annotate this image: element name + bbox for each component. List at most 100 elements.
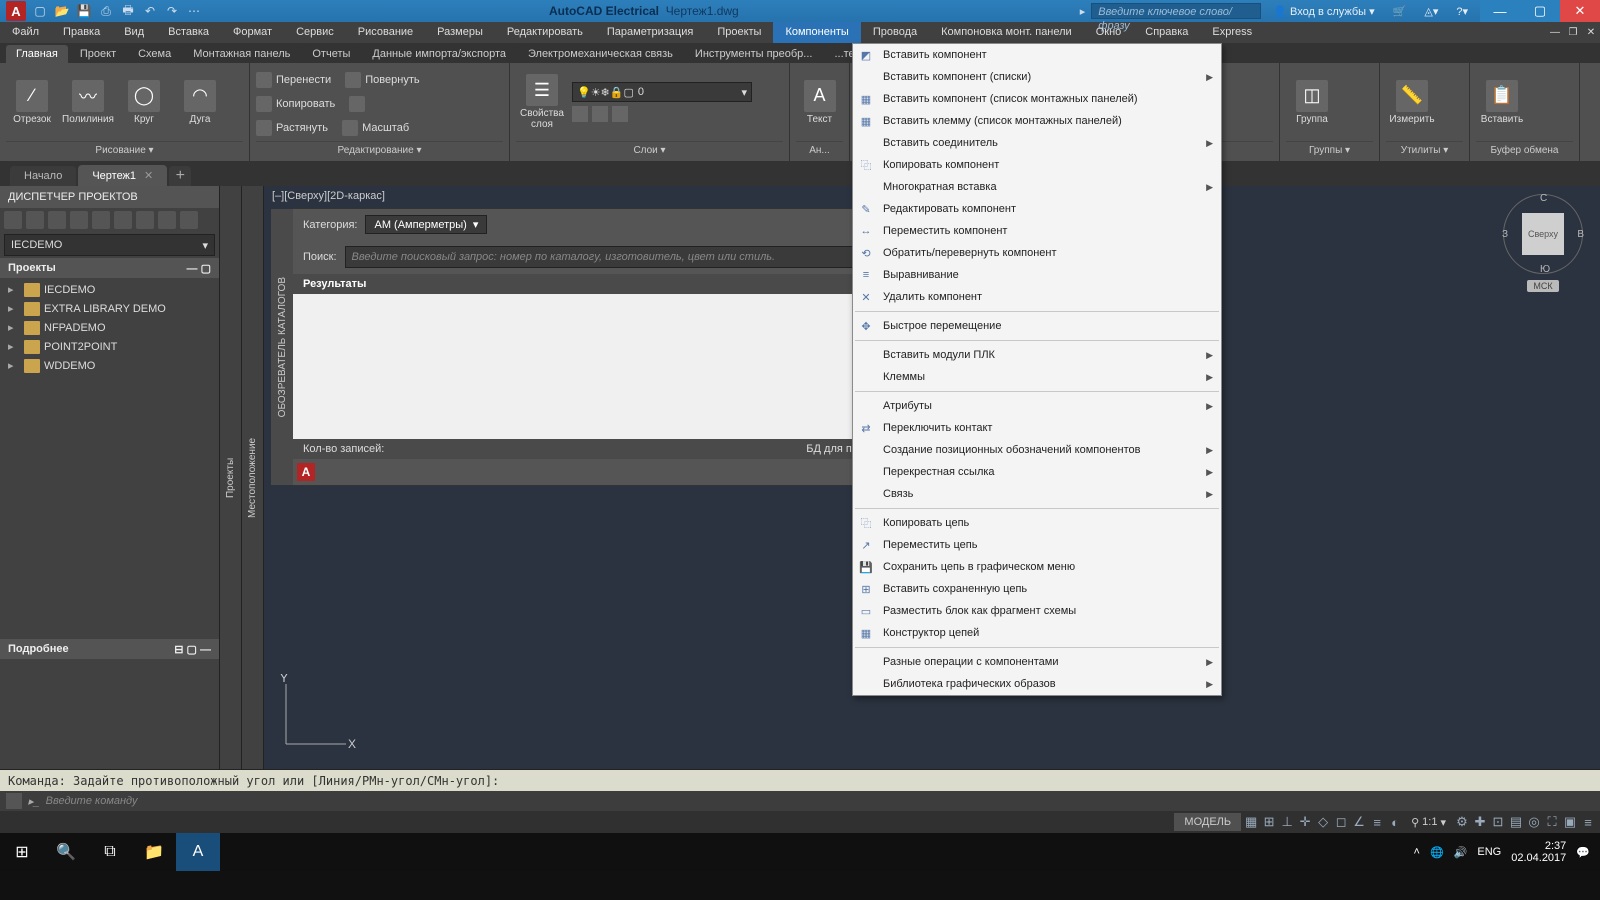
ribbon-tab[interactable]: Проект: [70, 45, 126, 63]
menu-формат[interactable]: Формат: [221, 22, 284, 43]
menu-item[interactable]: Многократная вставка▶: [853, 176, 1221, 198]
catalog-browser-tab[interactable]: ОБОЗРЕВАТЕЛЬ КАТАЛОГОВ: [271, 209, 293, 485]
isolate-icon[interactable]: ◎: [1526, 814, 1542, 830]
menu-item[interactable]: Вставить модули ПЛК▶: [853, 344, 1221, 366]
wcs-badge[interactable]: МСК: [1527, 280, 1558, 292]
menu-express[interactable]: Express: [1200, 22, 1264, 43]
layer-properties-button[interactable]: ☰Свойства слоя: [516, 74, 568, 130]
osnap-icon[interactable]: ◻: [1333, 814, 1349, 830]
isoplane-icon[interactable]: ◇: [1315, 814, 1331, 830]
pm-tool-icon[interactable]: [26, 211, 44, 229]
text-button[interactable]: AТекст: [796, 80, 843, 125]
project-node[interactable]: ▸EXTRA LIBRARY DEMO: [4, 299, 215, 318]
annomonitor-icon[interactable]: ✚: [1472, 814, 1488, 830]
ribbon-tab[interactable]: Главная: [6, 45, 68, 63]
pm-project-dropdown[interactable]: IECDEMO▾: [4, 234, 215, 256]
panel-title-groups[interactable]: Группы ▾: [1286, 141, 1373, 159]
hardware-icon[interactable]: ⛶: [1544, 814, 1560, 830]
palette-location[interactable]: Местоположение: [242, 186, 264, 769]
menu-файл[interactable]: Файл: [0, 22, 51, 43]
menu-сервис[interactable]: Сервис: [284, 22, 346, 43]
keyword-search-input[interactable]: Введите ключевое слово/фразу: [1091, 3, 1261, 19]
help-icon[interactable]: ?▾: [1450, 5, 1474, 18]
menu-item[interactable]: ✕Удалить компонент: [853, 286, 1221, 308]
menu-item[interactable]: ⊞Вставить сохраненную цепь: [853, 578, 1221, 600]
panel-title-clipboard[interactable]: Буфер обмена: [1476, 141, 1573, 159]
polar-icon[interactable]: ✛: [1297, 814, 1313, 830]
group-button[interactable]: ◫Группа: [1286, 80, 1338, 125]
otrack-icon[interactable]: ∠: [1351, 814, 1367, 830]
pm-tool-icon[interactable]: [92, 211, 110, 229]
menu-item[interactable]: ▦Вставить клемму (список монтажных панел…: [853, 110, 1221, 132]
menu-item[interactable]: ✥Быстрое перемещение: [853, 315, 1221, 337]
lineweight-icon[interactable]: ≡: [1369, 814, 1385, 830]
pm-tool-icon[interactable]: [70, 211, 88, 229]
quickprops-icon[interactable]: ▤: [1508, 814, 1524, 830]
pm-tool-icon[interactable]: [180, 211, 198, 229]
menu-правка[interactable]: Правка: [51, 22, 112, 43]
panel-title-layers[interactable]: Слои ▾: [516, 141, 783, 159]
qat-open-icon[interactable]: 📂: [54, 3, 70, 19]
new-tab-button[interactable]: +: [169, 166, 191, 186]
draw-Полилиния[interactable]: 〰Полилиния: [62, 80, 114, 125]
ribbon-tab[interactable]: Монтажная панель: [183, 45, 300, 63]
layer-tool-icon[interactable]: [592, 106, 608, 122]
ortho-icon[interactable]: ⊥: [1279, 814, 1295, 830]
volume-icon[interactable]: 🔊: [1454, 846, 1468, 859]
menu-компоновка монт. панели[interactable]: Компоновка монт. панели: [929, 22, 1084, 43]
ribbon-tab[interactable]: Схема: [128, 45, 181, 63]
annoscale-button[interactable]: ⚲ 1:1 ▾: [1405, 813, 1452, 831]
menu-рисование[interactable]: Рисование: [346, 22, 425, 43]
pm-tool-icon[interactable]: [158, 211, 176, 229]
panel-title-annotate[interactable]: Ан...: [796, 141, 843, 159]
menu-item[interactable]: Вставить компонент (списки)▶: [853, 66, 1221, 88]
menu-item[interactable]: ✎Редактировать компонент: [853, 198, 1221, 220]
menu-item[interactable]: Разные операции с компонентами▶: [853, 651, 1221, 673]
menu-item[interactable]: Атрибуты▶: [853, 395, 1221, 417]
pm-tool-icon[interactable]: [136, 211, 154, 229]
tab-close-icon[interactable]: ✕: [144, 169, 153, 182]
project-node[interactable]: ▸WDDEMO: [4, 356, 215, 375]
category-combo[interactable]: AM (Амперметры)▾: [365, 215, 487, 234]
qat-more-icon[interactable]: ⋯: [186, 3, 202, 19]
menu-item[interactable]: Клеммы▶: [853, 366, 1221, 388]
grid-icon[interactable]: ▦: [1243, 814, 1259, 830]
menu-окно[interactable]: Окно: [1084, 22, 1134, 43]
menu-item[interactable]: ⇄Переключить контакт: [853, 417, 1221, 439]
search-task-icon[interactable]: 🔍: [44, 833, 88, 871]
menu-item[interactable]: ⟲Обратить/перевернуть компонент: [853, 242, 1221, 264]
snap-icon[interactable]: ⊞: [1261, 814, 1277, 830]
menu-item[interactable]: Перекрестная ссылка▶: [853, 461, 1221, 483]
transparency-icon[interactable]: ◐: [1387, 814, 1403, 830]
qat-print-icon[interactable]: 🖶: [120, 3, 136, 19]
viewport-label[interactable]: [–][Сверху][2D-каркас]: [272, 190, 385, 202]
menu-проекты[interactable]: Проекты: [705, 22, 773, 43]
menu-параметризация[interactable]: Параметризация: [595, 22, 705, 43]
clock[interactable]: 2:3702.04.2017: [1511, 840, 1566, 864]
project-node[interactable]: ▸IECDEMO: [4, 280, 215, 299]
customize-icon[interactable]: ≡: [1580, 814, 1596, 830]
menu-item[interactable]: Создание позиционных обозначений компоне…: [853, 439, 1221, 461]
menu-размеры[interactable]: Размеры: [425, 22, 495, 43]
layer-combo[interactable]: 💡☀❄🔒▢ 0▾: [572, 82, 752, 102]
mdi-restore-icon[interactable]: ❐: [1564, 24, 1582, 42]
units-icon[interactable]: ⊡: [1490, 814, 1506, 830]
panel-title-draw[interactable]: Рисование ▾: [6, 141, 243, 159]
qat-saveas-icon[interactable]: ⎙: [98, 3, 114, 19]
menu-вид[interactable]: Вид: [112, 22, 156, 43]
tab-start[interactable]: Начало: [10, 166, 76, 186]
menu-item[interactable]: ⿻Копировать компонент: [853, 154, 1221, 176]
qat-new-icon[interactable]: ▢: [32, 3, 48, 19]
draw-Дуга[interactable]: ◠Дуга: [174, 80, 226, 125]
menu-редактировать[interactable]: Редактировать: [495, 22, 595, 43]
model-space-button[interactable]: МОДЕЛЬ: [1174, 813, 1241, 831]
workspace-icon[interactable]: ⚙: [1454, 814, 1470, 830]
minimize-button[interactable]: —: [1480, 0, 1520, 22]
draw-Круг[interactable]: ◯Круг: [118, 80, 170, 125]
palette-projects[interactable]: Проекты: [220, 186, 242, 769]
move-button[interactable]: Перенести Повернуть: [256, 69, 420, 91]
exchange-icon[interactable]: 🛒: [1387, 5, 1413, 18]
mdi-close-icon[interactable]: ✕: [1582, 24, 1600, 42]
ribbon-tab[interactable]: Электромеханическая связь: [518, 45, 683, 63]
stretch-button[interactable]: Растянуть Масштаб: [256, 117, 409, 139]
